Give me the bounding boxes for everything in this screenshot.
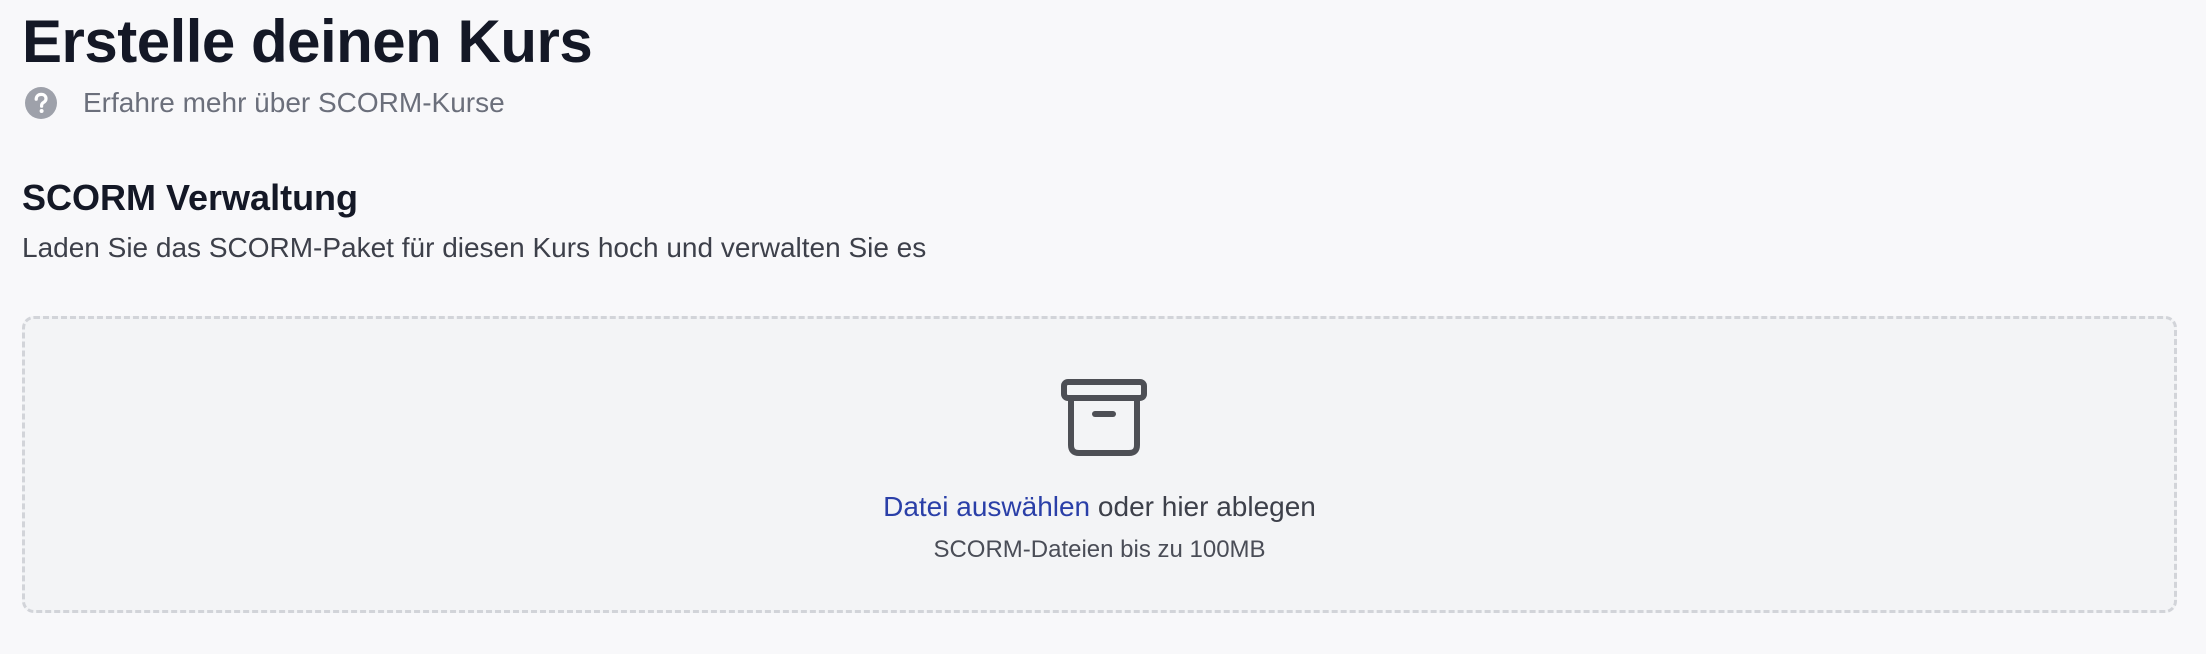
- archive-box-icon: [1061, 379, 1147, 457]
- section-title: SCORM Verwaltung: [22, 177, 359, 218]
- drop-instruction: Datei auswählen oder hier ablegen: [25, 489, 2174, 525]
- file-size-hint: SCORM-Dateien bis zu 100MB: [933, 536, 1266, 563]
- question-circle-icon: [24, 86, 58, 120]
- drop-text: oder hier ablegen: [1090, 491, 1316, 522]
- scorm-help-link[interactable]: Erfahre mehr über SCORM-Kurse: [24, 86, 505, 120]
- section-description: Laden Sie das SCORM-Paket für diesen Kur…: [22, 232, 927, 263]
- scorm-upload-dropzone[interactable]: Datei auswählen oder hier ablegen SCORM-…: [22, 316, 2177, 613]
- help-link-label[interactable]: Erfahre mehr über SCORM-Kurse: [83, 86, 505, 120]
- choose-file-link[interactable]: Datei auswählen: [883, 491, 1090, 522]
- page-title: Erstelle deinen Kurs: [22, 8, 593, 75]
